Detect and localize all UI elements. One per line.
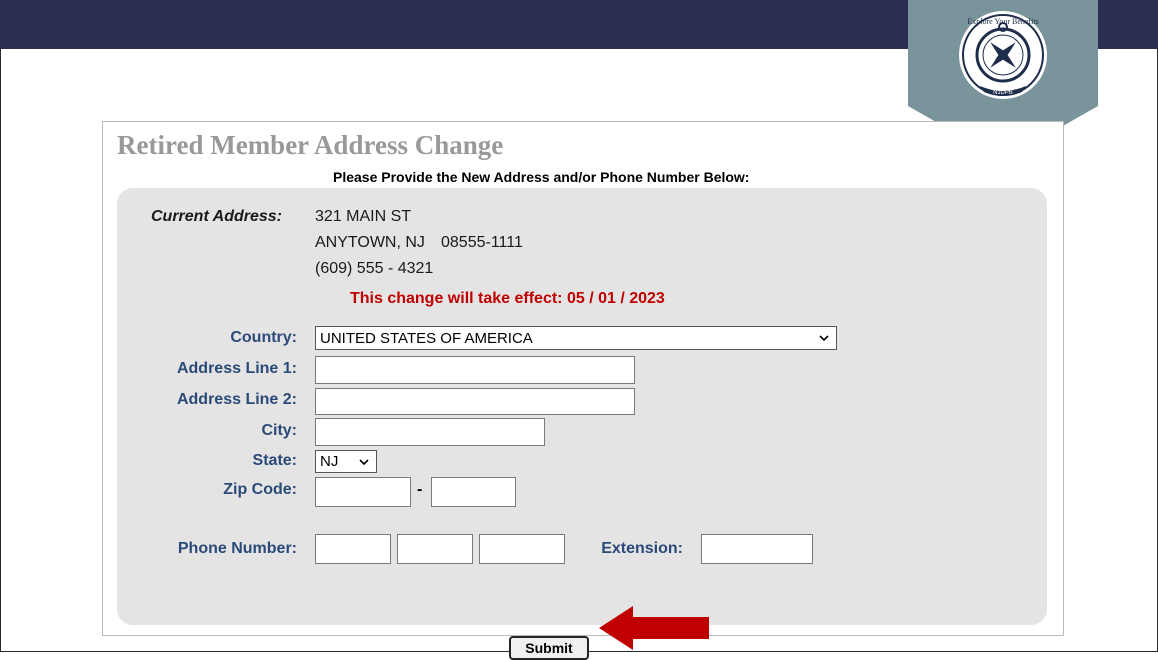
address-line1-label: Address Line 1:: [176, 360, 297, 377]
zip-plus4-input[interactable]: [431, 477, 516, 507]
current-address-city-state: ANYTOWN, NJ: [315, 234, 425, 251]
chevron-down-icon: [819, 335, 829, 342]
submit-button[interactable]: Submit: [509, 636, 589, 660]
state-select[interactable]: NJ: [315, 450, 377, 473]
state-label: State:: [252, 452, 297, 469]
address-line1-input[interactable]: [315, 356, 635, 384]
form-subtitle: Please Provide the New Address and/or Ph…: [333, 169, 750, 185]
current-address-line1: 321 MAIN ST: [315, 208, 412, 225]
red-arrow-icon: [599, 606, 709, 650]
form-title: Retired Member Address Change: [117, 130, 504, 160]
badge-top-text: Explore Your Benefits: [967, 17, 1038, 26]
country-selected-value: UNITED STATES OF AMERICA: [320, 329, 533, 347]
current-address-zip: 08555-1111: [441, 234, 523, 251]
zip-code-label: Zip Code:: [223, 481, 297, 498]
country-label: Country:: [230, 329, 297, 346]
address-line2-input[interactable]: [315, 388, 635, 415]
current-address-label: Current Address:: [151, 208, 282, 225]
current-phone: (609) 555 - 4321: [315, 260, 434, 277]
phone-area-code-input[interactable]: [315, 534, 391, 564]
country-select[interactable]: UNITED STATES OF AMERICA: [315, 326, 837, 350]
badge-bottom-text: NJDPB: [993, 90, 1013, 96]
city-label: City:: [261, 422, 297, 439]
phone-prefix-input[interactable]: [397, 534, 473, 564]
zip-code-input[interactable]: [315, 477, 411, 507]
address-line2-label: Address Line 2:: [176, 391, 297, 408]
chevron-down-icon: [359, 458, 369, 465]
extension-label: Extension:: [601, 540, 683, 557]
extension-input[interactable]: [701, 534, 813, 564]
state-selected-value: NJ: [320, 453, 339, 470]
city-input[interactable]: [315, 418, 545, 446]
form-panel: Current Address: 321 MAIN ST ANYTOWN, NJ…: [117, 188, 1047, 625]
phone-number-label: Phone Number:: [177, 540, 297, 557]
address-change-form: Retired Member Address Change Please Pro…: [102, 121, 1064, 660]
zip-separator: -: [417, 481, 423, 498]
effective-date-notice: This change will take effect: 05 / 01 / …: [350, 290, 665, 307]
